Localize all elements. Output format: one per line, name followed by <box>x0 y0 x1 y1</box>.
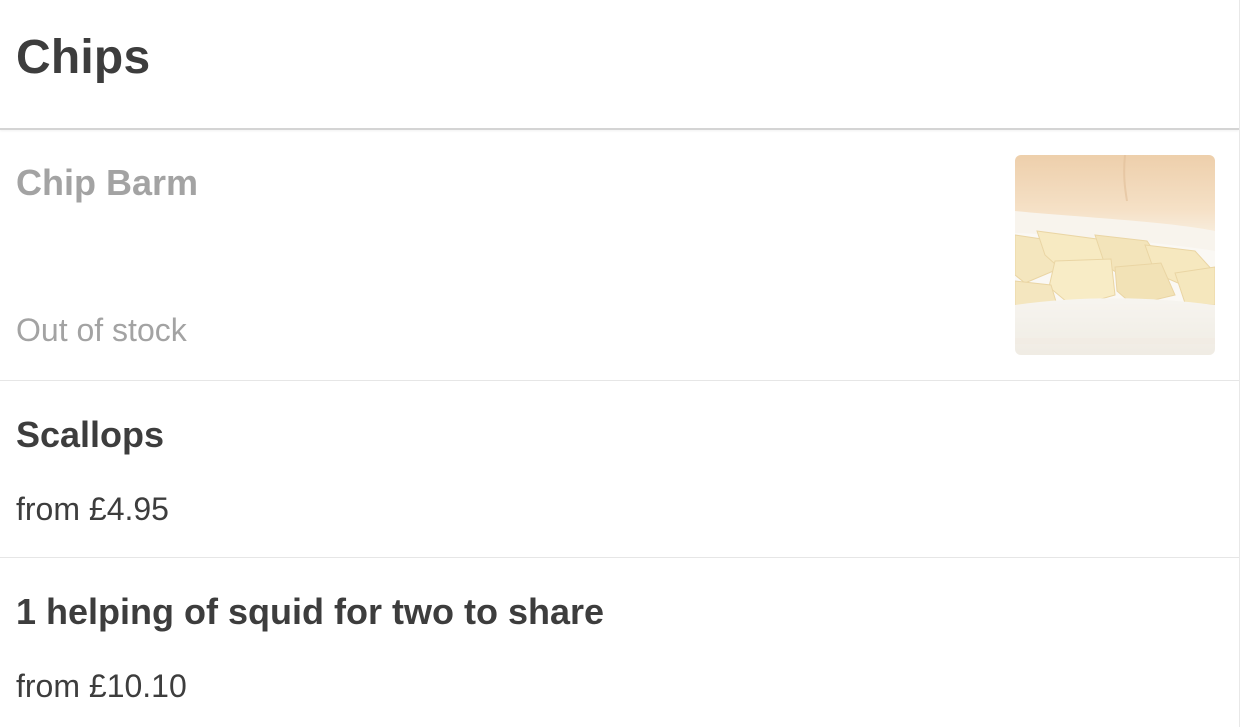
menu-item-price: from £10.10 <box>16 668 187 704</box>
menu-item-chip-barm[interactable]: Chip Barm Out of stock <box>0 130 1239 381</box>
menu-item-name: Chip Barm <box>16 162 199 203</box>
out-of-stock-label: Out of stock <box>16 312 187 348</box>
chip-barm-photo <box>1015 155 1215 355</box>
category-header: Chips <box>0 0 1239 130</box>
category-title: Chips <box>16 31 151 84</box>
menu-item-name: Scallops <box>16 414 165 455</box>
menu-item-price: from £4.95 <box>16 491 169 527</box>
menu-item-scallops[interactable]: Scallops from £4.95 <box>0 381 1239 558</box>
chip-barm-photo-icon <box>1015 155 1215 355</box>
menu-item-squid-to-share[interactable]: 1 helping of squid for two to share from… <box>0 558 1239 727</box>
menu-item-name: 1 helping of squid for two to share <box>16 591 605 632</box>
menu-category: Chips Chip Barm Out of stock Scallops fr… <box>0 0 1240 727</box>
